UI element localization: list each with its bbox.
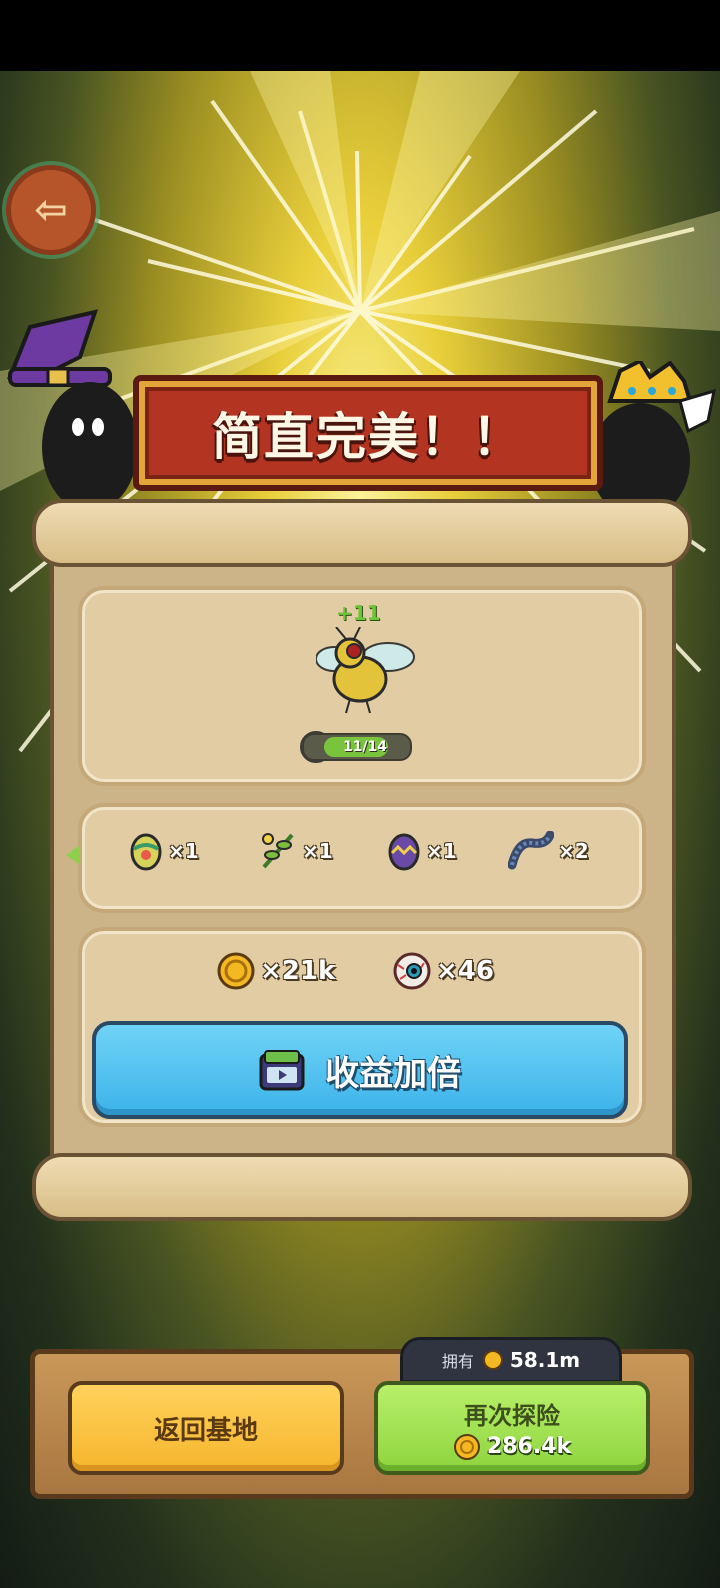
item-egg: ×1 xyxy=(128,831,199,871)
creature-progress-bar: 11/14 xyxy=(302,733,412,761)
explore-again-button[interactable]: 再次探险 286.4k xyxy=(374,1381,650,1475)
return-home-label: 返回基地 xyxy=(153,1415,258,1446)
explore-again-cost: 286.4k xyxy=(453,1433,571,1461)
coin-icon xyxy=(482,1350,503,1370)
back-arrow-icon: ⇦ xyxy=(34,187,68,233)
tv-ad-icon xyxy=(259,1050,305,1091)
egg-icon xyxy=(130,833,162,871)
scroll-top-roll xyxy=(32,499,692,567)
explore-cost-value: 286.4k xyxy=(486,1434,572,1459)
double-rewards-button[interactable]: 收益加倍 xyxy=(92,1021,628,1119)
reward-qty: ×46 xyxy=(436,956,494,986)
result-banner: 简直完美！！ xyxy=(133,375,603,491)
coin-icon xyxy=(453,1433,480,1460)
back-button[interactable]: ⇦ xyxy=(6,165,96,255)
wizard-bug-character xyxy=(7,309,138,517)
owned-label: 拥有 xyxy=(441,1352,474,1371)
fly-creature-icon xyxy=(316,627,415,714)
item-qty: ×1 xyxy=(426,839,457,863)
item-plant: ×1 xyxy=(258,831,333,871)
level-gain-label: +11 xyxy=(336,601,381,625)
double-rewards-label: 收益加倍 xyxy=(325,1053,461,1094)
owned-coins-tab: 拥有 58.1m xyxy=(400,1337,622,1383)
banner-title: 简直完美！！ xyxy=(212,408,524,466)
scroll-left-arrow-icon[interactable] xyxy=(66,845,80,865)
explore-again-label: 再次探险 xyxy=(464,1401,560,1430)
item-purple-egg: ×1 xyxy=(386,831,457,871)
return-home-button[interactable]: 返回基地 xyxy=(68,1381,344,1475)
reward-coins: ×21k xyxy=(216,951,335,991)
eyeball-icon xyxy=(393,952,431,990)
game-scene: ⇦ 简直完美！！ +11 11/14 ×1 ×1 ×1 ×2 ×21k ×46 … xyxy=(0,71,720,1588)
scroll-bottom-roll xyxy=(32,1153,692,1221)
purple-egg-icon xyxy=(388,833,420,871)
progress-text: 11/14 xyxy=(342,739,388,755)
coin-icon xyxy=(217,952,255,990)
item-worm: ×2 xyxy=(508,831,589,871)
item-qty: ×1 xyxy=(168,839,199,863)
owned-value: 58.1m xyxy=(509,1348,581,1372)
item-qty: ×1 xyxy=(302,839,333,863)
item-qty: ×2 xyxy=(558,839,589,863)
reward-eyeballs: ×46 xyxy=(392,951,494,991)
worm-icon xyxy=(508,831,554,870)
reward-qty: ×21k xyxy=(260,956,336,986)
plant-sprout-icon xyxy=(262,833,294,869)
